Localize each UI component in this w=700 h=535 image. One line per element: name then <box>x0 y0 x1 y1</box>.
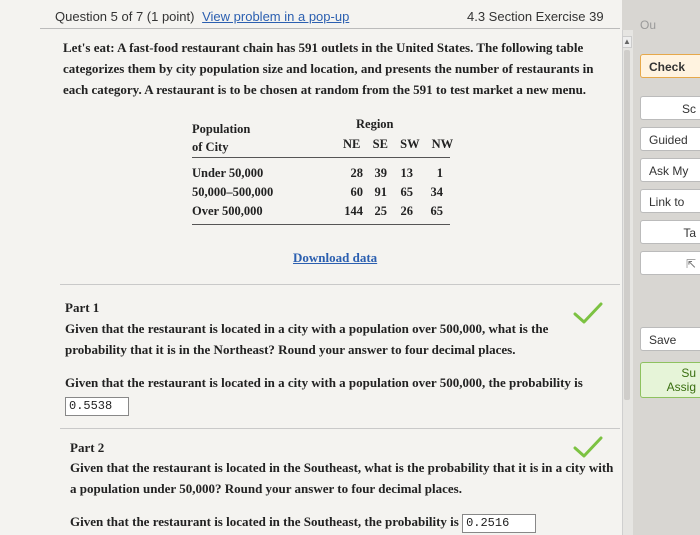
row-header: Population of City <box>192 122 251 154</box>
table-cell: 34 <box>430 185 444 199</box>
table-cell: 26 <box>400 204 414 218</box>
column-group-header: Region <box>356 117 394 131</box>
side-button-ta[interactable]: Ta <box>640 220 700 244</box>
problem-intro: Let's eat: A fast-food restaurant chain … <box>63 40 594 97</box>
correct-check-icon <box>573 436 603 458</box>
table-cell: 13 <box>400 166 414 180</box>
table-cell: 65 <box>400 185 414 199</box>
row-label: Over 500,000 <box>192 204 263 218</box>
divider <box>60 428 620 429</box>
divider <box>60 284 620 285</box>
table-cell: 1 <box>436 166 443 180</box>
table-cell: 65 <box>430 204 444 218</box>
part1-answer-line: Given that the restaurant is located in … <box>65 372 605 416</box>
row-label: Under 50,000 <box>192 166 264 180</box>
question-header: Question 5 of 7 (1 point) View problem i… <box>0 0 622 30</box>
part1-question: Given that the restaurant is located in … <box>65 321 549 357</box>
table-row: 60 91 65 34 <box>337 183 444 202</box>
submit-assignment-button[interactable]: Su Assig <box>640 362 700 398</box>
table-row: 28 39 13 1 <box>337 164 444 183</box>
download-data-link[interactable]: Download data <box>293 250 377 266</box>
save-button[interactable]: Save <box>640 327 700 351</box>
table-rule <box>192 157 450 158</box>
check-answer-button[interactable]: Check <box>640 54 700 78</box>
table-cell: 60 <box>350 185 364 199</box>
table-cell: 39 <box>374 166 388 180</box>
column-headers: NE SE SW NW <box>343 137 454 151</box>
section-label: 4.3 Section Exercise 39 <box>467 9 604 24</box>
table-cell: 144 <box>344 204 363 218</box>
side-icon-button[interactable]: ⇱ <box>640 251 700 275</box>
part1-answer-field[interactable]: 0.5538 <box>65 396 129 416</box>
question-page: Question 5 of 7 (1 point) View problem i… <box>0 0 622 535</box>
popup-link[interactable]: View problem in a pop-up <box>202 9 349 24</box>
scroll-up-arrow-icon[interactable]: ▲ <box>622 36 632 48</box>
row-labels: Under 50,000 50,000–500,000 Over 500,000 <box>192 164 273 221</box>
side-panel-top-label: Ou <box>640 18 657 32</box>
table-values: 28 39 13 1 60 91 65 34 144 25 26 65 <box>337 164 443 221</box>
guided-solution-button[interactable]: Guided <box>640 127 700 151</box>
table-cell: 28 <box>350 166 364 180</box>
table-row: 144 25 26 65 <box>337 202 443 221</box>
question-label: Question 5 of 7 (1 point) View problem i… <box>55 9 350 24</box>
part1-title: Part 1 <box>65 300 100 315</box>
part2-answer-field[interactable]: 0.2516 <box>462 513 537 533</box>
scrollbar-thumb[interactable] <box>624 50 630 400</box>
side-button-sc[interactable]: Sc <box>640 96 700 120</box>
part2-answer-line: Given that the restaurant is located in … <box>70 511 620 533</box>
divider <box>40 28 620 29</box>
row-label: 50,000–500,000 <box>192 185 274 199</box>
ask-instructor-button[interactable]: Ask My <box>640 158 700 182</box>
table-cell: 25 <box>374 204 388 218</box>
part2-question: Given that the restaurant is located in … <box>70 460 614 496</box>
part2-title: Part 2 <box>70 440 105 455</box>
table-rule <box>192 224 450 225</box>
link-to-text-button[interactable]: Link to <box>640 189 700 213</box>
table-cell: 91 <box>374 185 388 199</box>
